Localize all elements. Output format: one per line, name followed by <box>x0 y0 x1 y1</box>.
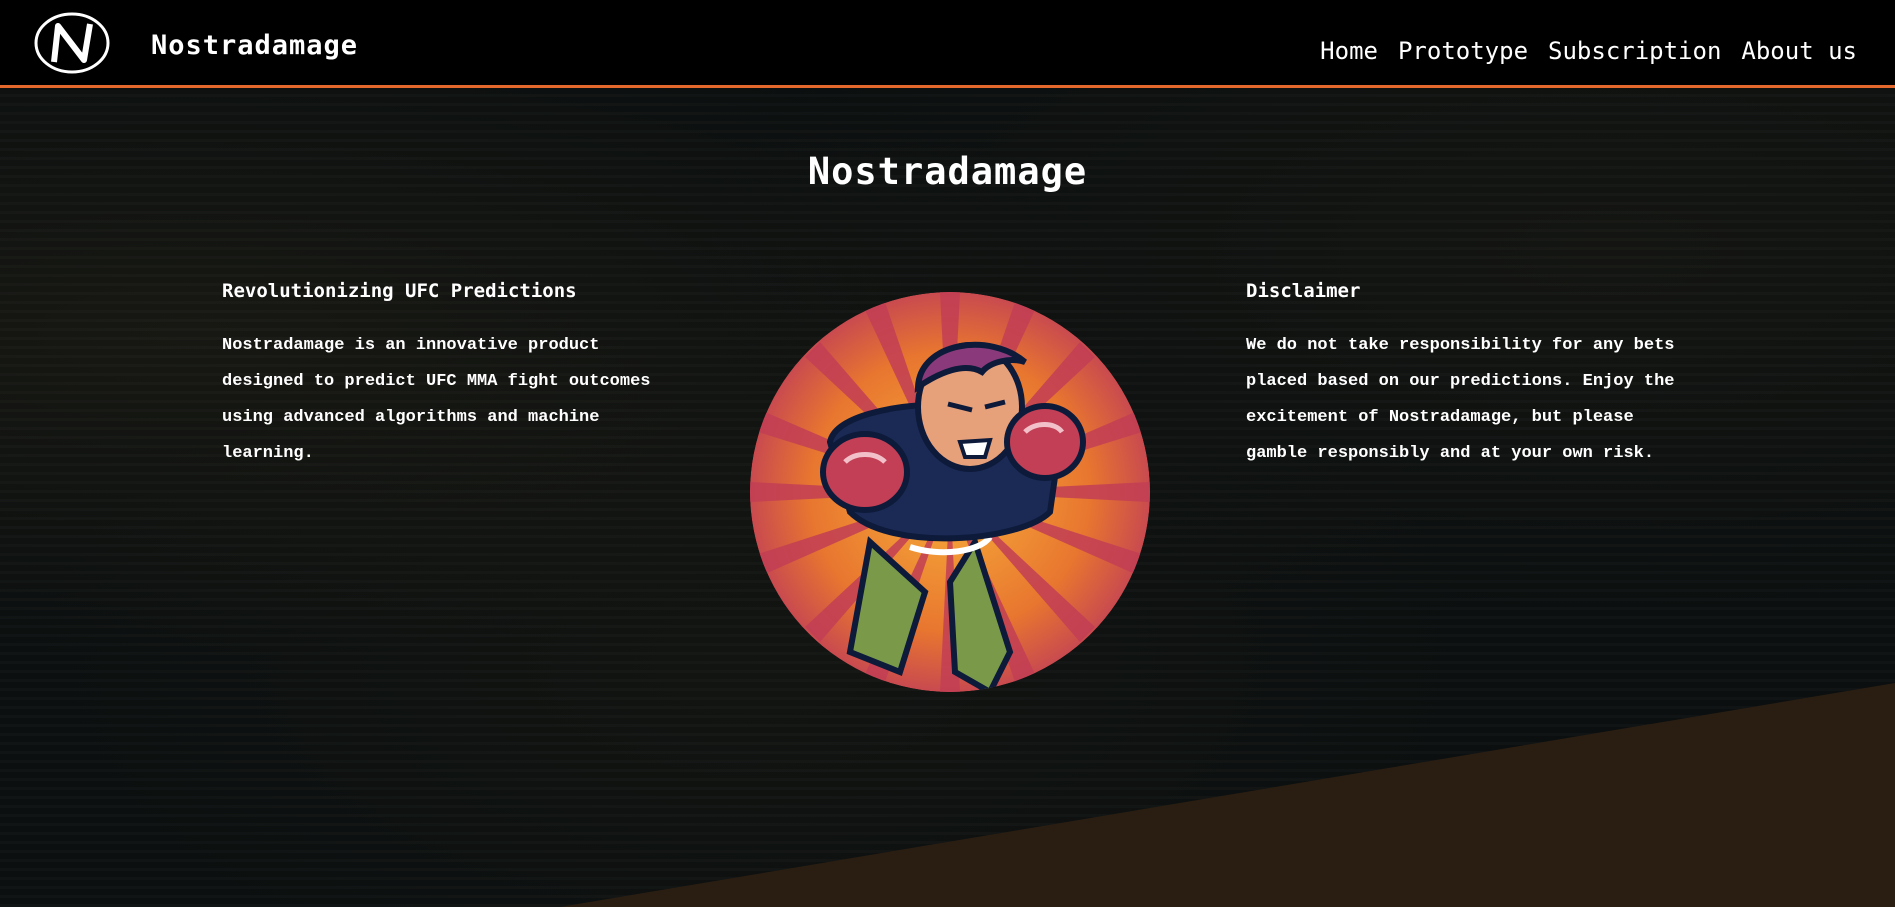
nav-about-us[interactable]: About us <box>1741 37 1857 65</box>
brand-name[interactable]: Nostradamage <box>151 30 358 61</box>
fighter-illustration <box>750 292 1150 692</box>
intro-section: Revolutionizing UFC Predictions Nostrada… <box>222 280 662 472</box>
page-title: Nostradamage <box>807 150 1088 193</box>
n-monogram-logo-icon[interactable] <box>34 12 110 74</box>
top-navbar: Nostradamage Home Prototype Subscription… <box>0 0 1895 88</box>
intro-text: Nostradamage is an innovative product de… <box>222 336 651 463</box>
intro-heading: Revolutionizing UFC Predictions <box>222 280 577 302</box>
disclaimer-heading: Disclaimer <box>1246 280 1361 302</box>
nav-prototype[interactable]: Prototype <box>1398 37 1528 65</box>
disclaimer-text: We do not take responsibility for any be… <box>1246 336 1675 463</box>
main-nav: Home Prototype Subscription About us <box>1320 37 1857 65</box>
nav-home[interactable]: Home <box>1320 37 1378 65</box>
nav-subscription[interactable]: Subscription <box>1548 37 1721 65</box>
disclaimer-section: Disclaimer We do not take responsibility… <box>1246 280 1686 472</box>
